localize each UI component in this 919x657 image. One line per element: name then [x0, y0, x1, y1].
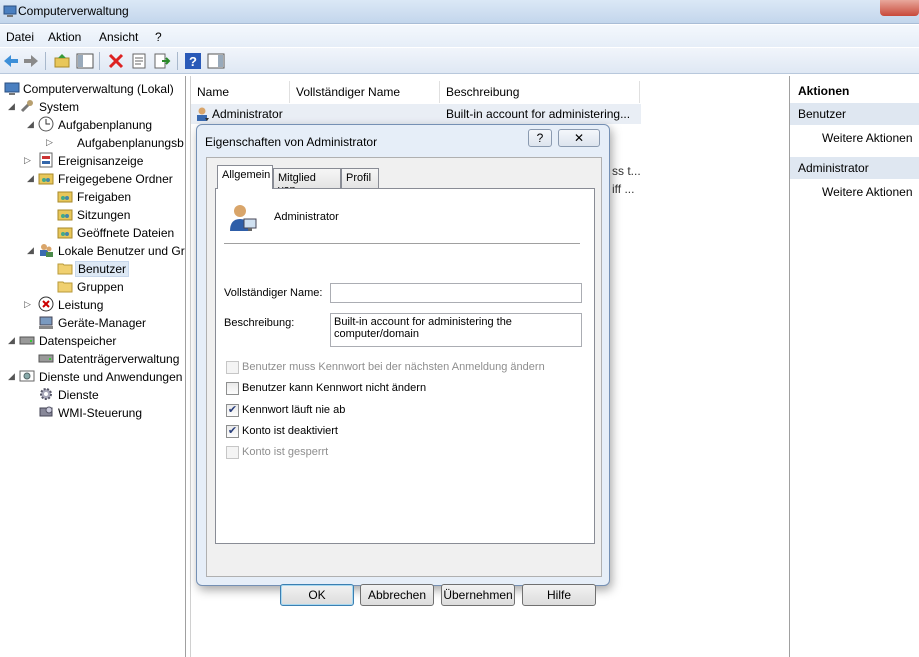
collapse-arrow-icon[interactable]: ◢ [27, 245, 37, 255]
shared-folder-icon [38, 170, 54, 186]
more-actions-link[interactable]: Weitere Aktionen [822, 185, 913, 199]
forward-icon[interactable] [22, 52, 40, 70]
properties-icon[interactable] [130, 52, 148, 70]
collapse-arrow-icon[interactable]: ◢ [8, 371, 18, 381]
clock-icon [38, 116, 54, 132]
computer-management-icon [4, 80, 20, 96]
collapse-arrow-icon[interactable]: ◢ [27, 119, 37, 129]
checkbox-box [226, 361, 239, 374]
help-icon[interactable]: ? [184, 52, 202, 70]
row-description: Built-in account for administering... [446, 107, 631, 121]
expand-arrow-icon[interactable]: ▷ [24, 155, 34, 165]
description-label: Beschreibung: [224, 317, 295, 329]
collapse-arrow-icon[interactable]: ◢ [27, 173, 37, 183]
folder-icon [57, 278, 73, 294]
dialog-close-button[interactable]: ✕ [558, 129, 600, 147]
close-button[interactable] [880, 0, 919, 16]
menu-datei[interactable]: Datei [6, 30, 34, 44]
dialog-body: Allgemein Mitglied von Profil Administra… [206, 157, 602, 606]
column-header-description[interactable]: Beschreibung [440, 81, 640, 103]
fullname-field[interactable] [330, 283, 582, 303]
shared-folder-icon [57, 188, 73, 204]
device-manager-icon [38, 314, 54, 330]
help-button[interactable]: Hilfe [522, 584, 596, 606]
export-list-icon[interactable] [153, 52, 171, 70]
row-name: Administrator [212, 107, 283, 121]
tab-page-general: Administrator Vollständiger Name: Beschr… [215, 188, 595, 544]
row-description-peek: ss t... [612, 164, 641, 178]
tab-allgemein[interactable]: Allgemein [217, 165, 273, 189]
row-description-peek: iff ... [612, 182, 635, 196]
users-icon [38, 242, 54, 258]
system-tools-icon [19, 98, 35, 114]
shared-folder-icon [57, 224, 73, 240]
computer-management-icon [3, 5, 17, 17]
user-icon [195, 106, 211, 122]
tab-mitglied-von[interactable]: Mitglied von [273, 168, 341, 196]
menu-help[interactable]: ? [155, 30, 162, 44]
checkbox-box [226, 446, 239, 459]
column-header-fullname[interactable]: Vollständiger Name [290, 81, 440, 103]
up-folder-icon[interactable] [53, 52, 71, 70]
cancel-button[interactable]: Abbrechen [360, 584, 434, 606]
show-action-pane-icon[interactable] [207, 52, 225, 70]
storage-icon [19, 332, 35, 348]
wmi-icon [38, 404, 54, 420]
collapse-arrow-icon[interactable]: ◢ [8, 335, 18, 345]
column-header-name[interactable]: Name [191, 81, 290, 103]
ok-button[interactable]: OK [280, 584, 354, 606]
apply-button[interactable]: Übernehmen [441, 584, 515, 606]
minimize-button[interactable] [820, 0, 850, 16]
expand-arrow-icon[interactable]: ▷ [46, 137, 56, 147]
disk-icon [38, 350, 54, 366]
table-row[interactable]: Administrator Built-in account for admin… [191, 104, 641, 124]
actions-section-administrator[interactable]: Administrator [790, 157, 919, 179]
menu-aktion[interactable]: Aktion [48, 30, 81, 44]
more-actions-link[interactable]: Weitere Aktionen [822, 131, 913, 145]
checkbox-box [226, 382, 239, 395]
tab-profil[interactable]: Profil [341, 168, 379, 188]
checkmark-icon: ✔ [226, 404, 239, 417]
svg-text:?: ? [189, 54, 197, 69]
menu-bar: Datei Aktion Ansicht ? [0, 25, 919, 47]
actions-header: Aktionen [798, 84, 850, 98]
performance-icon [38, 296, 54, 312]
divider [224, 243, 580, 244]
show-hide-tree-icon[interactable] [76, 52, 94, 70]
services-applications-icon [19, 368, 35, 384]
toolbar: ? [0, 48, 919, 74]
title-bar: Computerverwaltung [0, 0, 919, 24]
delete-icon[interactable] [107, 52, 125, 70]
actions-pane: Aktionen Benutzer Weitere Aktionen Admin… [789, 76, 919, 657]
shared-folder-icon [57, 206, 73, 222]
event-viewer-icon [38, 152, 54, 168]
expand-arrow-icon[interactable]: ▷ [24, 299, 34, 309]
gear-icon [38, 386, 54, 402]
navigation-tree: Computerverwaltung (Lokal) ◢ System ◢ Au… [0, 76, 186, 657]
fullname-label: Vollständiger Name: [224, 287, 323, 299]
dialog-help-button[interactable]: ? [528, 129, 552, 147]
account-name: Administrator [274, 211, 339, 223]
collapse-arrow-icon[interactable]: ◢ [8, 101, 18, 111]
back-icon[interactable] [2, 52, 20, 70]
menu-ansicht[interactable]: Ansicht [99, 30, 138, 44]
window-title: Computerverwaltung [18, 4, 129, 18]
description-field[interactable]: Built-in account for administering the c… [330, 313, 582, 347]
actions-section-benutzer[interactable]: Benutzer [790, 103, 919, 125]
folder-icon [57, 260, 73, 276]
dialog-title: Eigenschaften von Administrator [205, 135, 378, 149]
properties-dialog: Eigenschaften von Administrator ? ✕ Allg… [196, 124, 610, 606]
user-account-icon [230, 205, 257, 231]
checkmark-icon: ✔ [226, 425, 239, 438]
